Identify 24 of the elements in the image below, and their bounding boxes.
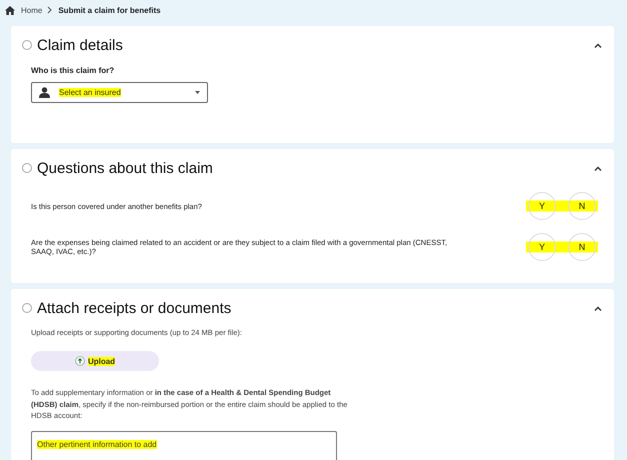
chevron-up-icon[interactable] (594, 306, 602, 310)
chevron-right-icon (47, 6, 54, 14)
status-circle-icon (22, 163, 32, 173)
answer-button[interactable]: N (568, 233, 596, 261)
status-circle-icon (22, 40, 32, 50)
section-title: Attach receipts or documents (37, 300, 232, 316)
chevron-up-icon[interactable] (594, 42, 602, 48)
upload-button[interactable]: Upload (31, 351, 159, 372)
section-title: Claim details (37, 36, 124, 54)
home-icon[interactable] (5, 6, 15, 14)
answer-button[interactable]: Y (528, 192, 556, 220)
dropdown-caret-icon (195, 91, 200, 94)
answer-button[interactable]: N (568, 192, 596, 220)
chevron-up-icon[interactable] (594, 166, 602, 170)
answer-button[interactable]: Y (528, 233, 556, 261)
person-icon (39, 87, 50, 98)
home-link[interactable]: Home (21, 6, 42, 14)
field-label: Who is this claim for? (31, 66, 116, 75)
breadcrumb-current: Submit a claim for benefits (58, 6, 161, 14)
info-input[interactable]: Other pertinent information to add (31, 431, 337, 460)
section-title: Questions about this claim (37, 160, 214, 176)
status-circle-icon (22, 303, 32, 313)
upload-arrow-icon (74, 356, 85, 366)
insured-select[interactable]: Select an insured (31, 82, 208, 103)
